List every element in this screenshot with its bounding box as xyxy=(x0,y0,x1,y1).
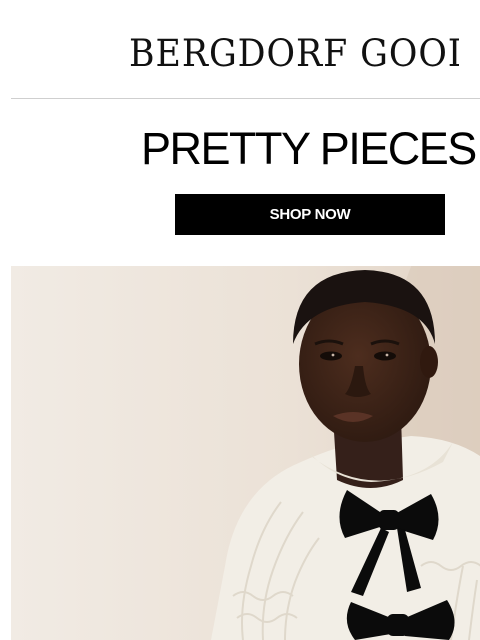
left-eye xyxy=(320,351,342,361)
left-eye-glint xyxy=(331,353,335,357)
header-divider xyxy=(11,98,480,99)
promo-headline: PRETTY PIECES xyxy=(141,123,477,174)
hero-image[interactable] xyxy=(11,266,480,640)
right-eye xyxy=(374,351,396,361)
ear xyxy=(420,346,438,378)
shop-now-button[interactable]: SHOP NOW xyxy=(175,194,445,235)
right-eye-glint xyxy=(385,353,389,357)
brand-logo[interactable]: BERGDORF GOODMAN xyxy=(129,30,459,78)
